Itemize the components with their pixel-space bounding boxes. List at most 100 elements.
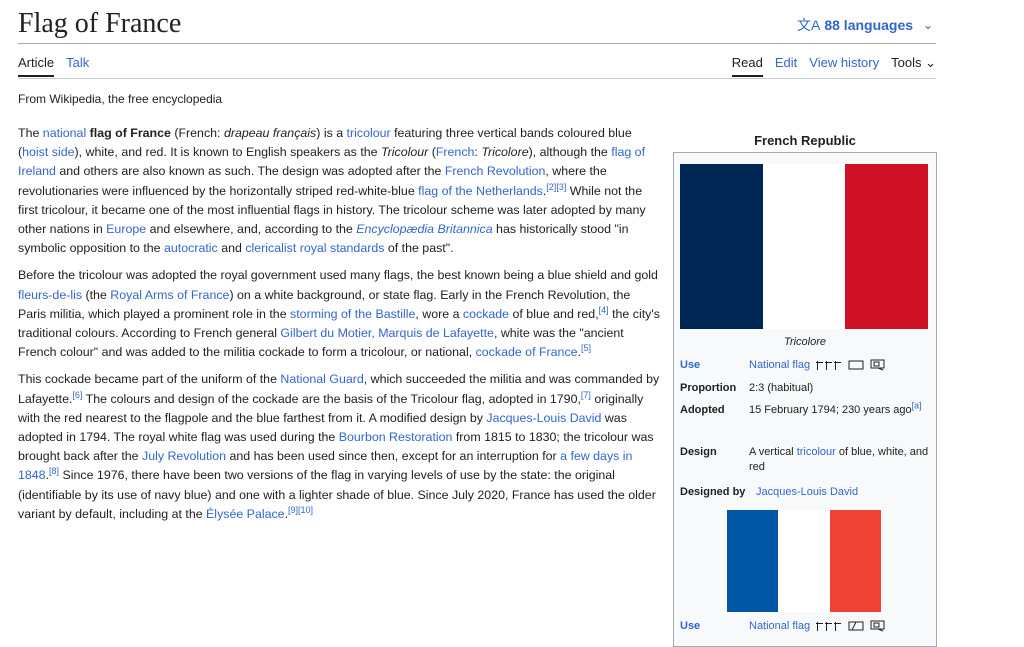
- link-national-guard[interactable]: National Guard: [280, 372, 363, 386]
- tab-read[interactable]: Read: [731, 55, 763, 77]
- paragraph-3: This cockade became part of the uniform …: [18, 370, 660, 524]
- text-run: , wore a: [415, 306, 463, 321]
- link-elysee-palace[interactable]: Élysée Palace: [206, 507, 285, 521]
- link-royal-arms[interactable]: Royal Arms of France: [110, 288, 229, 302]
- text-run: Tricolour: [380, 145, 429, 160]
- title-divider: [18, 43, 936, 44]
- link-europe[interactable]: Europe: [106, 222, 146, 236]
- infobox-row-proportion: Proportion 2:3 (habitual): [680, 381, 932, 396]
- national-flag-link[interactable]: National flag: [749, 359, 810, 371]
- design-text: A vertical: [749, 446, 797, 458]
- text-run: [4]: [599, 305, 609, 315]
- tab-view-history[interactable]: View history: [809, 55, 879, 77]
- text-run: The: [18, 126, 43, 140]
- text-run: This cockade became part of the uniform …: [18, 372, 281, 387]
- tagline: From Wikipedia, the free encyclopedia: [18, 92, 223, 106]
- link-cockade[interactable]: cockade: [463, 307, 509, 321]
- reverse-flag-icon: [870, 359, 885, 371]
- link-bourbon-restoration[interactable]: Bourbon Restoration: [339, 430, 453, 444]
- link-autocratic[interactable]: autocratic: [164, 241, 218, 255]
- tab-edit[interactable]: Edit: [775, 55, 797, 77]
- infobox: Tricolore Use National flag Proportion 2…: [673, 152, 937, 647]
- tricolour-link[interactable]: tricolour: [797, 446, 836, 458]
- infobox-row-adopted: Adopted 15 February 1794; 230 years ago[…: [680, 400, 932, 418]
- ref-8[interactable]: [8]: [49, 466, 59, 476]
- flag-design-icon: [848, 621, 864, 631]
- link-clericalist[interactable]: clericalist royal standards: [245, 241, 384, 255]
- flag-image-lighter[interactable]: [727, 510, 881, 612]
- text-run: Tricolore: [481, 145, 529, 160]
- flag-usage-icon: [816, 622, 842, 632]
- link-flag-netherlands[interactable]: flag of the Netherlands: [418, 184, 543, 198]
- flag-usage-icon: [816, 361, 842, 371]
- ref-6[interactable]: [6]: [72, 390, 82, 400]
- designer-link[interactable]: Jacques-Louis David: [756, 485, 932, 500]
- link-tricolour[interactable]: tricolour: [347, 126, 391, 140]
- link-britannica[interactable]: Encyclopædia Britannica: [356, 222, 492, 236]
- link-july-revolution[interactable]: July Revolution: [142, 449, 226, 463]
- text-run: Encyclopædia Britannica: [356, 222, 493, 237]
- use-label-2[interactable]: Use: [680, 619, 749, 634]
- tools-menu[interactable]: Tools ⌄: [891, 55, 936, 77]
- text-run: ), white, and red. It is known to Englis…: [74, 145, 381, 160]
- translate-icon: 文A: [797, 17, 821, 33]
- flag-band-blue: [727, 510, 779, 612]
- link-cockade-of-france[interactable]: cockade of France: [476, 345, 578, 359]
- text-run: [5]: [581, 343, 591, 353]
- ref-3[interactable]: [3]: [556, 181, 566, 191]
- text-run: and: [217, 241, 246, 256]
- note-a[interactable]: [a]: [912, 400, 922, 410]
- ref-4[interactable]: [4]: [599, 305, 609, 315]
- ref-10[interactable]: [10]: [298, 505, 313, 515]
- text-run: The colours and design of the cockade ar…: [82, 391, 581, 406]
- text-run: and others are also known as such. The d…: [55, 164, 445, 179]
- ref-7[interactable]: [7]: [581, 390, 591, 400]
- designed-by-label: Designed by: [680, 486, 746, 498]
- adopted-value: 15 February 1794; 230 years ago: [749, 404, 912, 416]
- page-title: Flag of France: [18, 8, 182, 39]
- link-hoist-side[interactable]: hoist side: [22, 145, 74, 159]
- article-body: The national flag of France (French: dra…: [18, 124, 660, 532]
- flag-band-blue: [680, 164, 763, 329]
- use-label[interactable]: Use: [680, 358, 749, 373]
- adopted-label: Adopted: [680, 404, 725, 416]
- tab-article[interactable]: Article: [18, 55, 55, 77]
- link-french-revolution[interactable]: French Revolution: [445, 164, 546, 178]
- link-french[interactable]: French: [436, 145, 475, 159]
- text-run: (French:: [170, 126, 224, 140]
- design-label: Design: [680, 446, 717, 458]
- flag-band-red: [845, 164, 929, 329]
- flag-caption: Tricolore: [784, 336, 826, 348]
- flag-band-red: [829, 510, 881, 612]
- languages-label: 88 languages: [824, 17, 914, 33]
- text-run: ), although the: [528, 145, 612, 160]
- text-run: [7]: [581, 390, 591, 400]
- chevron-down-icon: ⌄: [925, 55, 936, 70]
- link-fleurs-de-lis[interactable]: fleurs-de-lis: [18, 288, 82, 302]
- infobox-row-designed-by: Designed by Jacques-Louis David: [680, 485, 932, 500]
- link-storming-bastille[interactable]: storming of the Bastille: [290, 307, 415, 321]
- tab-talk[interactable]: Talk: [66, 55, 89, 77]
- flag-shape-icon: [848, 360, 864, 370]
- infobox-row-design: Design A vertical tricolour of blue, whi…: [680, 445, 932, 475]
- text-run: Since 1976, there have been two versions…: [18, 468, 656, 521]
- link-jacques-louis-david[interactable]: Jacques-Louis David: [486, 411, 601, 425]
- view-tabs: Read Edit View history Tools ⌄: [731, 55, 936, 77]
- ref-9[interactable]: [9]: [288, 505, 298, 515]
- link-national[interactable]: national: [43, 126, 86, 140]
- national-flag-link-2[interactable]: National flag: [749, 620, 810, 632]
- text-run: of blue and red,: [509, 306, 599, 321]
- flag-band-white: [762, 164, 846, 329]
- ref-2[interactable]: [2]: [546, 181, 556, 191]
- namespace-tabs: Article Talk: [18, 55, 89, 77]
- link-lafayette[interactable]: Gilbert du Motier, Marquis de Lafayette: [280, 326, 494, 340]
- proportion-value: 2:3 (habitual): [749, 382, 814, 394]
- text-run: ) is a: [316, 126, 347, 140]
- ref-5[interactable]: [5]: [581, 343, 591, 353]
- tabs-divider: [18, 78, 936, 79]
- infobox-row-use: Use National flag: [680, 358, 932, 373]
- text-run: flag of France: [89, 126, 171, 140]
- flag-image-navy[interactable]: [680, 164, 929, 329]
- text-run: [9][10]: [288, 505, 313, 515]
- languages-button[interactable]: 文A 88 languages ⌄: [797, 15, 933, 35]
